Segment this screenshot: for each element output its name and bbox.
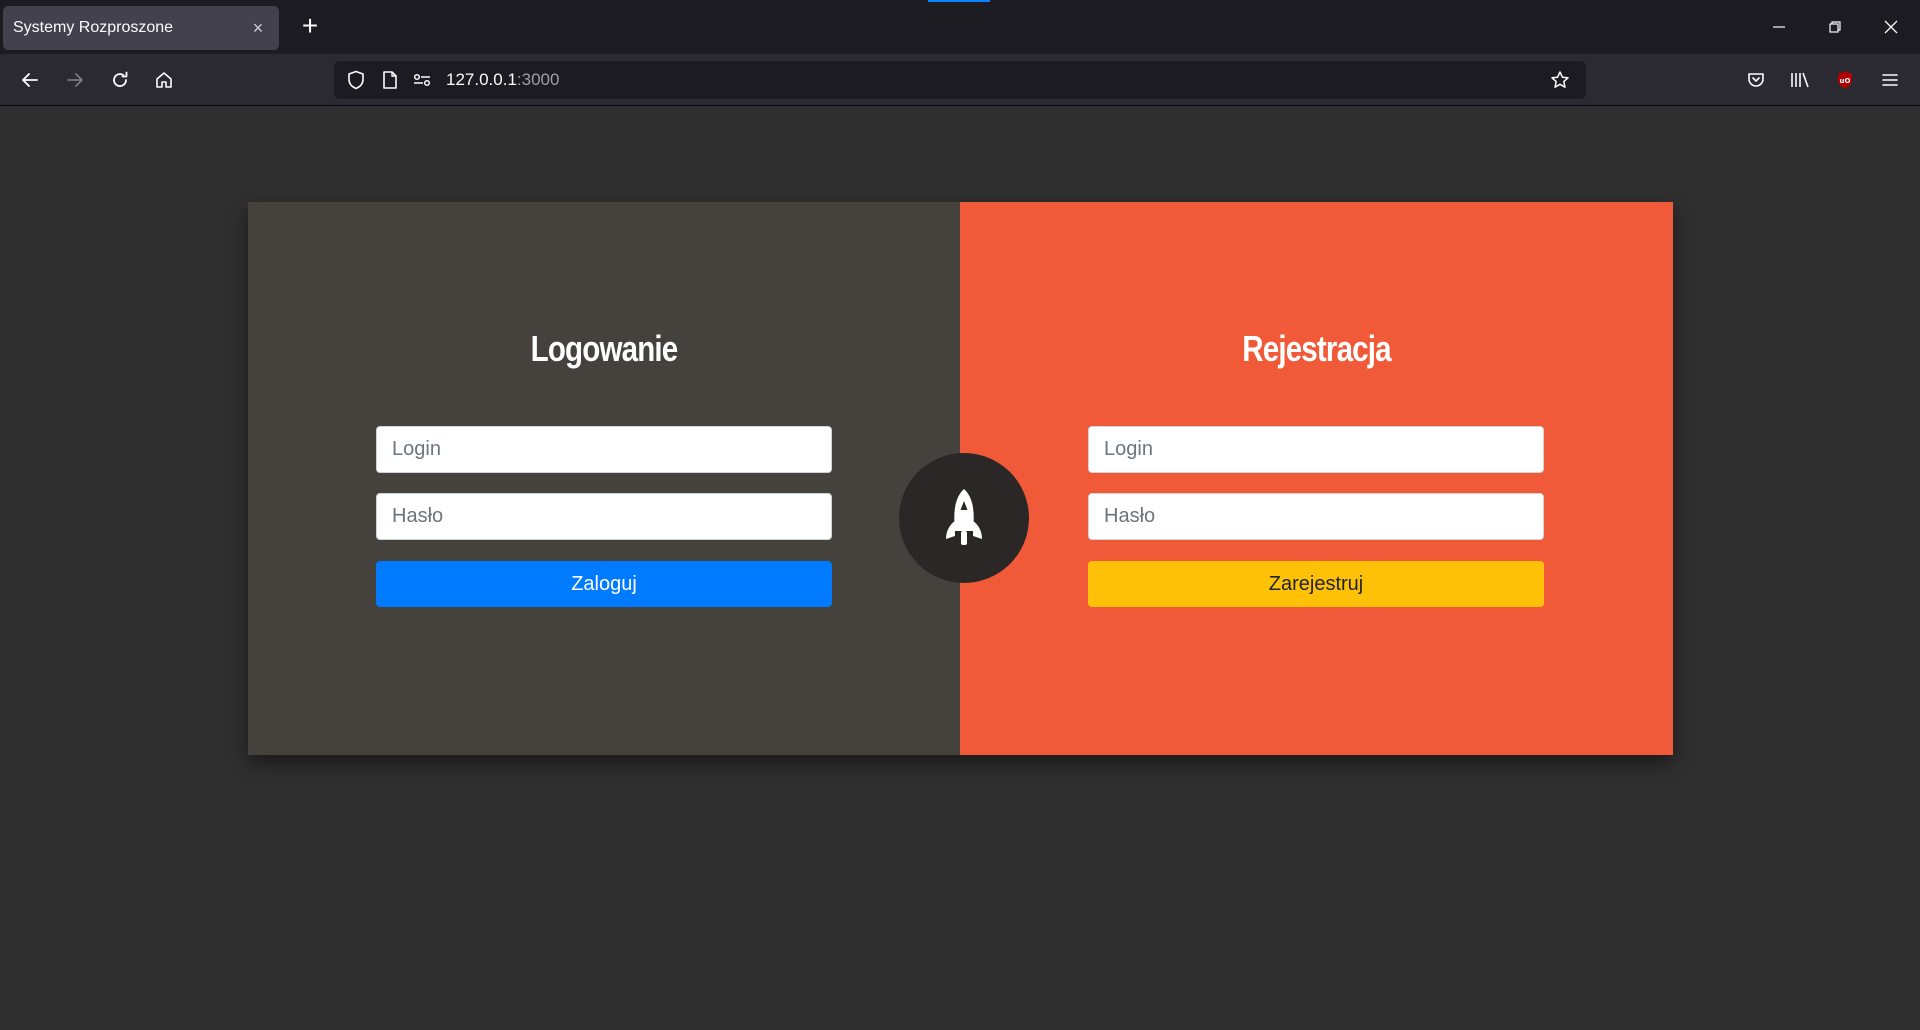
page-info-icon[interactable] [376, 66, 404, 94]
register-panel: Rejestracja Zarejestruj [960, 202, 1673, 755]
library-button[interactable] [1782, 62, 1818, 98]
minimize-icon [1773, 26, 1785, 28]
shield-icon[interactable] [342, 66, 370, 94]
register-password-input[interactable] [1088, 493, 1544, 540]
pocket-icon [1748, 73, 1764, 87]
forward-arrow-icon [67, 73, 83, 87]
minimize-window-button[interactable] [1756, 8, 1802, 46]
svg-text:uO: uO [1840, 77, 1851, 85]
library-icon [1791, 72, 1809, 88]
app-menu-button[interactable] [1872, 62, 1908, 98]
pocket-button[interactable] [1738, 62, 1774, 98]
browser-tab-active[interactable]: Systemy Rozproszone × [3, 6, 279, 50]
register-username-input[interactable] [1088, 426, 1544, 473]
browser-toolbar: 127.0.0.1:3000 uO [0, 54, 1920, 106]
home-icon [156, 72, 172, 88]
home-button[interactable] [146, 62, 182, 98]
address-bar[interactable]: 127.0.0.1:3000 [334, 61, 1586, 99]
login-submit-button[interactable]: Zaloguj [376, 561, 832, 607]
ublock-origin-icon: uO [1838, 71, 1852, 89]
close-icon [1884, 20, 1898, 34]
restore-window-button[interactable] [1812, 8, 1858, 46]
close-window-button[interactable] [1868, 8, 1914, 46]
register-title: Rejestracja [1242, 328, 1391, 369]
restore-icon [1829, 21, 1841, 33]
ublock-extension-button[interactable]: uO [1827, 62, 1863, 98]
tab-title: Systemy Rozproszone [13, 19, 174, 36]
tab-close-icon[interactable]: × [247, 18, 269, 39]
reload-icon [113, 71, 128, 87]
url-port: :3000 [516, 70, 560, 89]
bookmark-star-icon[interactable] [1546, 66, 1574, 94]
rocket-icon [946, 489, 982, 545]
register-submit-button[interactable]: Zarejestruj [1088, 561, 1544, 607]
back-button[interactable] [12, 62, 48, 98]
tab-bar-indicator [928, 0, 990, 2]
login-panel: Logowanie Zaloguj [248, 202, 960, 755]
url-text[interactable]: 127.0.0.1:3000 [446, 70, 559, 90]
forward-button[interactable] [57, 62, 93, 98]
back-arrow-icon [22, 73, 38, 87]
rocket-badge [899, 453, 1029, 583]
login-username-input[interactable] [376, 426, 832, 473]
login-title: Logowanie [530, 328, 679, 369]
hamburger-menu-icon [1882, 74, 1898, 86]
new-tab-button[interactable]: + [294, 11, 326, 43]
permissions-icon[interactable] [408, 66, 436, 94]
url-host: 127.0.0.1 [446, 70, 517, 89]
reload-button[interactable] [102, 62, 138, 98]
login-password-input[interactable] [376, 493, 832, 540]
browser-tab-bar: Systemy Rozproszone × + [0, 0, 1920, 54]
